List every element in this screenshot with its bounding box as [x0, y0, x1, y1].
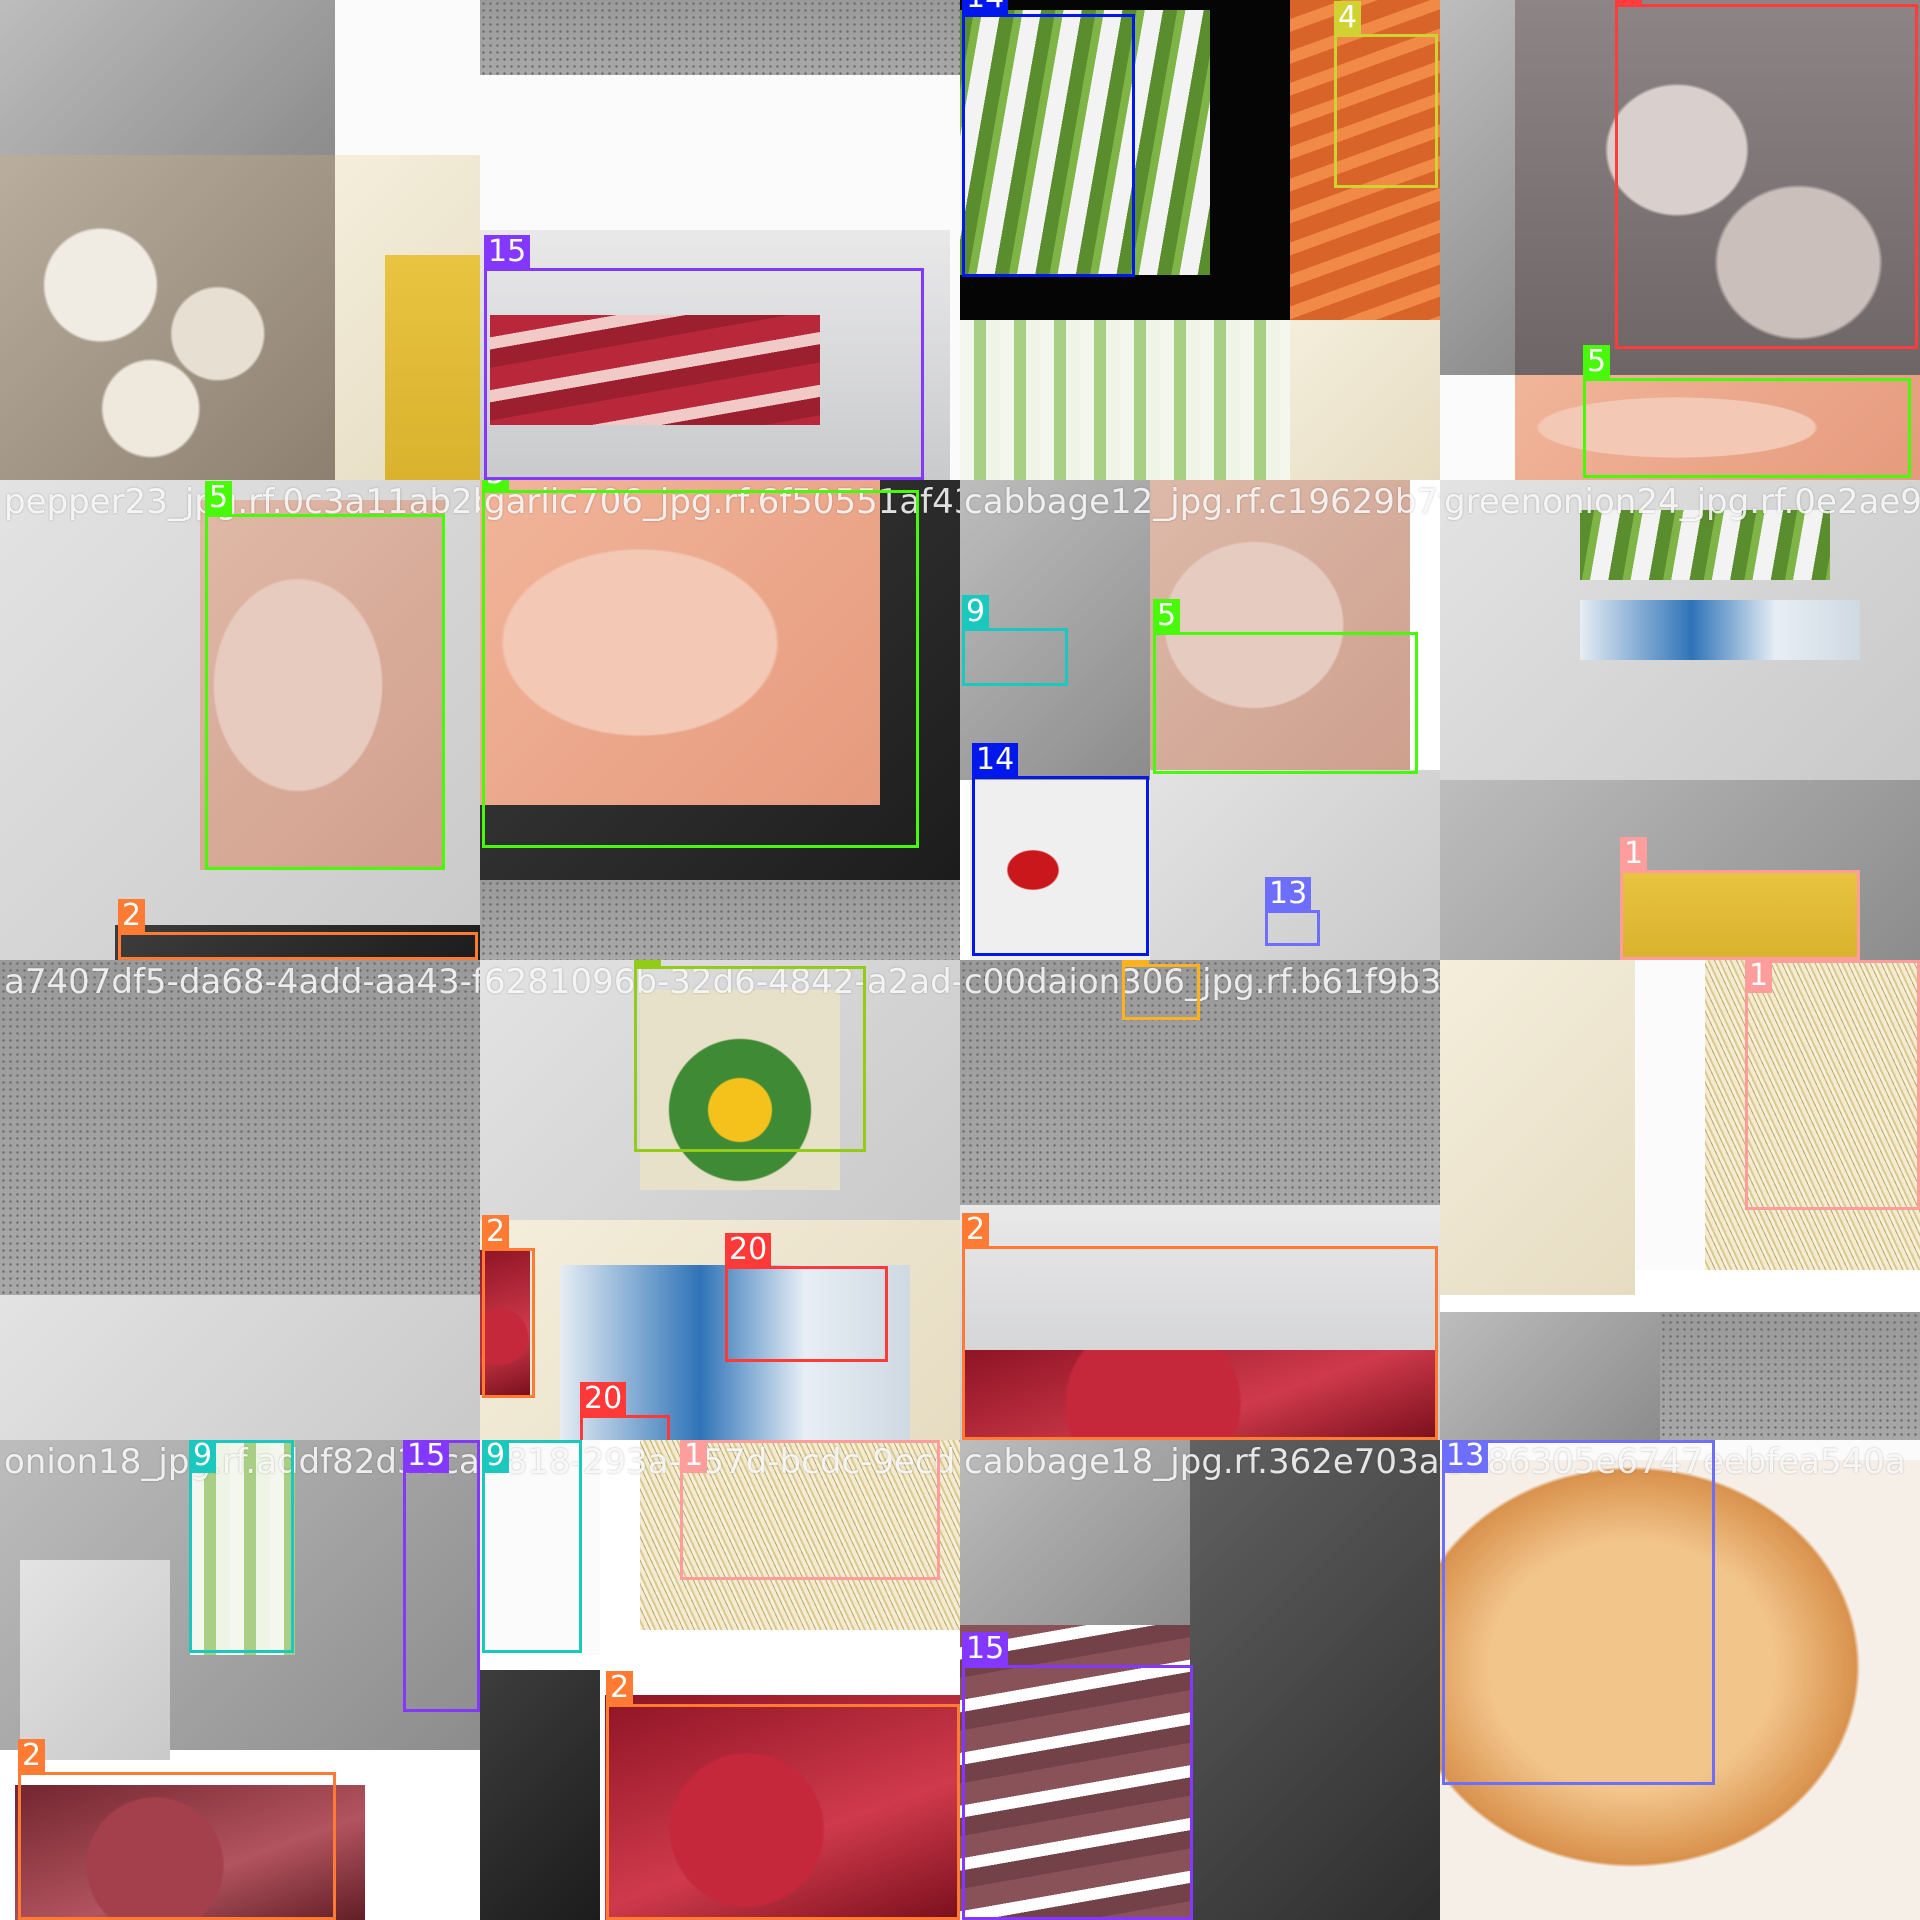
- detection-box: 9: [189, 1440, 294, 1653]
- detection-box: 5: [482, 480, 919, 848]
- class-label: 5: [1153, 599, 1181, 633]
- detection-box: 5: [1153, 599, 1418, 774]
- class-label: 15: [484, 235, 531, 269]
- class-label: 14: [962, 0, 1009, 15]
- tile-15: cabbage18_jpg.rf.362e703a 15: [960, 1440, 1440, 1920]
- detection-box: 2: [482, 1215, 535, 1398]
- detection-box: 0: [1615, 0, 1918, 349]
- photo-granite-lower: [0, 1295, 480, 1440]
- detection-box: 20: [580, 1382, 670, 1440]
- tile-10: 6281096b-32d6-4842-a2ad-a89e 6 2 20 20: [480, 960, 960, 1440]
- class-label: 2: [118, 899, 146, 933]
- tile-1: [0, 0, 480, 480]
- tile-3: 14 4: [960, 0, 1440, 480]
- detection-box: 14: [962, 0, 1135, 277]
- tile-8: greenonion24_jpg.rf.0e2ae9 1: [1440, 480, 1920, 960]
- photo-tube: [1580, 600, 1860, 660]
- detection-box: 2: [18, 1739, 336, 1920]
- tile-11: c00daion306_jpg.rf.b61f9b3a71a9fe05654af…: [960, 960, 1440, 1440]
- photo-green-peppers: [1580, 510, 1830, 580]
- photo-speckled-counter: [480, 0, 960, 75]
- tile-12: 1: [1440, 960, 1920, 1440]
- photo-dark-strip: [480, 1670, 600, 1920]
- photo-white-gap: [1635, 960, 1705, 1270]
- photo-white-area: [1440, 375, 1515, 480]
- detection-box: 20: [725, 1233, 888, 1362]
- detection-box: 1: [1620, 837, 1860, 960]
- detection-box: 1: [680, 1440, 940, 1580]
- class-label: 9: [189, 1440, 217, 1473]
- class-label: 2: [606, 1671, 634, 1705]
- photo-peeled-garlic-bag: [1440, 960, 1635, 1295]
- photo-yellow-lid: [385, 255, 480, 480]
- photo-marble-dark: [1190, 1440, 1440, 1920]
- class-label: 15: [962, 1632, 1009, 1666]
- photo-blank: [335, 0, 480, 155]
- detection-box: 2: [118, 899, 478, 960]
- detection-box: 6: [634, 960, 866, 1152]
- class-label: 5: [205, 481, 233, 515]
- class-label: 20: [725, 1233, 772, 1267]
- photo-speckled-surface: [1660, 1312, 1920, 1440]
- photo-granite: [960, 960, 1440, 1205]
- class-label: 1: [1745, 960, 1773, 993]
- class-label: 15: [403, 1440, 450, 1473]
- class-label: 5: [482, 480, 510, 491]
- detection-box: 9: [482, 1440, 582, 1653]
- detection-box: 14: [972, 743, 1149, 956]
- photo-dark-surface: [1440, 1312, 1660, 1440]
- tile-4: 0 5: [1440, 0, 1920, 480]
- tile-7: cabbage12_jpg.rf.c19629b7f79f542df 9 5 1…: [960, 480, 1440, 960]
- class-label: 9: [962, 595, 990, 629]
- class-label: 2: [962, 1213, 990, 1247]
- photo-herb-bag: [20, 1560, 170, 1760]
- detection-box: 15: [962, 1632, 1193, 1920]
- photo-countertop: [0, 0, 335, 155]
- photo-granite-counter: [0, 960, 480, 1295]
- tile-6: garlic706_jpg.rf.6f50551af438cd9 5: [480, 480, 960, 960]
- detection-box: 13: [1265, 877, 1320, 946]
- photo-counter-bottom: [480, 880, 960, 960]
- detection-box: 3: [1122, 960, 1200, 1020]
- detection-box: 2: [606, 1671, 960, 1920]
- class-label: 6: [634, 960, 662, 967]
- training-batch-mosaic: 15 14 4 0 5 pepper23_jpg.rf.0c3a11ab2b: [0, 0, 1920, 1920]
- class-label: 1: [1620, 837, 1648, 871]
- detection-box: 4: [1334, 1, 1438, 188]
- detection-box: 9: [962, 595, 1068, 686]
- class-label: 5: [1583, 345, 1611, 379]
- detection-box: 5: [205, 481, 445, 870]
- photo-beige-surface: [1290, 320, 1440, 480]
- tile-2: 15: [480, 0, 960, 480]
- tile-5: pepper23_jpg.rf.0c3a11ab2b 5 2: [0, 480, 480, 960]
- photo-sliced-leek: [960, 320, 1290, 480]
- detection-box: 13: [1442, 1440, 1715, 1785]
- class-label: 2: [18, 1739, 46, 1773]
- tile-14: 5818-293a-457d-bcdc-9ecd 9 1 2: [480, 1440, 960, 1920]
- detection-box: 2: [962, 1213, 1438, 1440]
- detection-box: 5: [1583, 345, 1911, 478]
- class-label: 9: [482, 1440, 510, 1473]
- class-label: 13: [1442, 1440, 1489, 1473]
- detection-box: 15: [403, 1440, 480, 1712]
- photo-garlic-bulbs: [0, 155, 335, 480]
- tile-16: 8986305e6747eebfea540a 13: [1440, 1440, 1920, 1920]
- class-label: 3: [1122, 960, 1150, 965]
- class-label: 4: [1334, 1, 1362, 35]
- detection-box: 15: [484, 235, 924, 480]
- class-label: 1: [680, 1440, 708, 1473]
- class-label: 2: [482, 1215, 510, 1249]
- tile-13: onion18_jpg.rf.addf82d30ca6f39f 9 15 2: [0, 1440, 480, 1920]
- class-label: 14: [972, 743, 1019, 777]
- photo-dark-counter: [1440, 0, 1515, 375]
- class-label: 13: [1265, 877, 1312, 911]
- detection-box: 1: [1745, 960, 1920, 1210]
- photo-dark-stone: [960, 1440, 1190, 1625]
- tile-9: a7407df5-da68-4add-aa43-f9: [0, 960, 480, 1440]
- class-label: 0: [1615, 0, 1643, 5]
- class-label: 20: [580, 1382, 627, 1416]
